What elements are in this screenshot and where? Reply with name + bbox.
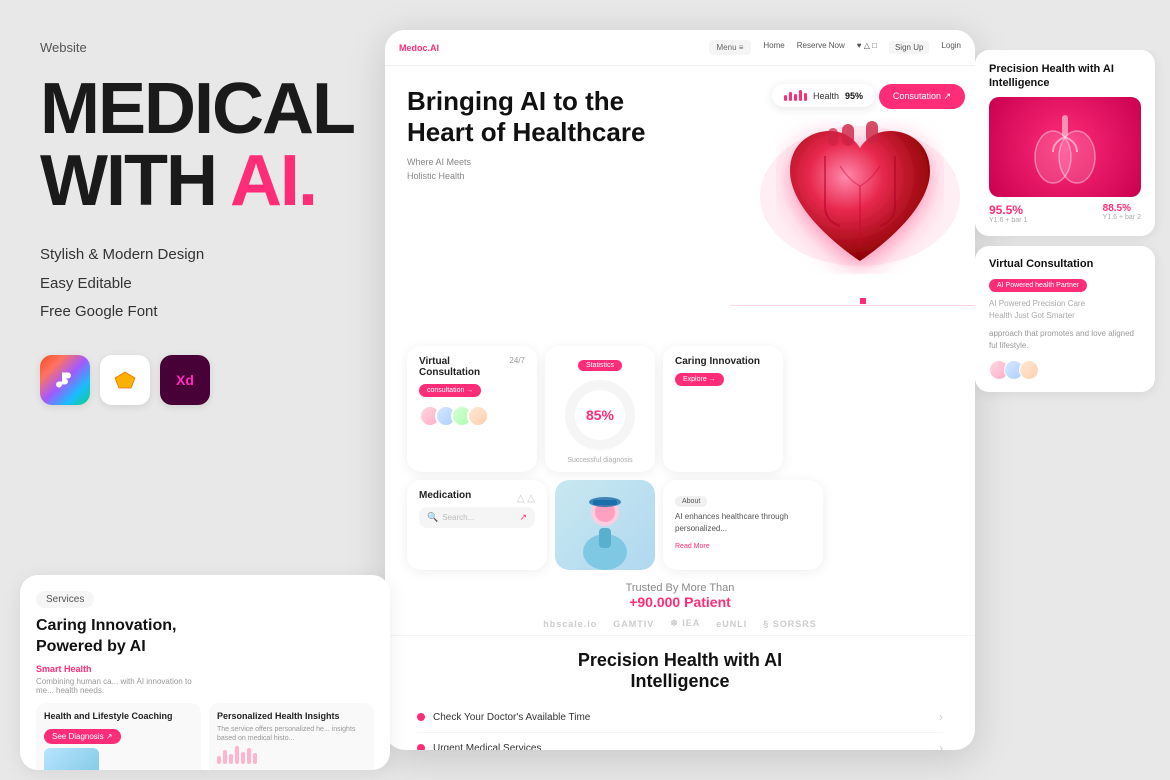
right-avatar-row [989, 360, 1141, 380]
nav-reserve[interactable]: Reserve Now [797, 41, 845, 54]
health-coaching-title: Health and Lifestyle Coaching [44, 711, 193, 721]
vc-title: Virtual Consultation [419, 356, 509, 378]
arrow-icon-1: › [939, 710, 943, 724]
trusted-section: Trusted By More Than +90.000 Patient hbs… [385, 570, 975, 635]
ai-badge: About [675, 496, 707, 507]
bottom-left-card: Services Caring Innovation,Powered by AI… [20, 575, 390, 770]
brand-logo-3: ❄ IEA [670, 618, 700, 629]
cards-row-1: Virtual Consultation 24/7 consultation →… [385, 346, 975, 472]
mini-chart [217, 744, 366, 764]
tools-row: Xd [40, 355, 350, 405]
stat-label-2: Y1.6 + bar 2 [1103, 214, 1141, 221]
inn-explore-btn[interactable]: Explore → [675, 373, 724, 386]
right-vc-desc1: AI Powered Precision Care Health Just Go… [989, 298, 1141, 322]
browser-nav: Medoc.AI Menu ≡ Home Reserve Now ♥ △ □ S… [385, 30, 975, 66]
hero-title: Bringing AI to the Heart of Healthcare [407, 86, 727, 148]
nav-menu-btn[interactable]: Menu ≡ [709, 40, 752, 55]
brand-logo-4: eUNLI [716, 619, 747, 629]
trusted-number: +90.000 Patient [407, 594, 953, 610]
right-ai-pill: AI Powered health Partner [989, 279, 1087, 292]
precision-title: Precision Health with AI Intelligence [407, 650, 953, 692]
med-title: Medication [419, 490, 471, 501]
arrow-icon-2: › [939, 741, 943, 750]
feature-item-3: Free Google Font [40, 298, 350, 327]
services-badge: Services [36, 591, 94, 608]
cards-row-2: Medication △ △ 🔍 Search... ↗ [385, 480, 975, 570]
stat-val-1: 95.5% [989, 203, 1027, 217]
precision-items: Check Your Doctor's Available Time › Urg… [407, 702, 953, 750]
features-list: Stylish & Modern Design Easy Editable Fr… [40, 241, 350, 327]
precision-item-1: Check Your Doctor's Available Time › [417, 702, 943, 733]
ai-read-more[interactable]: Read More [675, 543, 710, 550]
caring-innovation-card: Caring Innovation Explore → [663, 346, 783, 472]
donut-chart: 85% [560, 375, 640, 455]
title-with: WITH [40, 145, 216, 217]
health-img [44, 748, 99, 770]
svg-text:85%: 85% [586, 407, 615, 423]
personalized-title: Personalized Health Insights [217, 711, 366, 721]
sketch-icon[interactable] [100, 355, 150, 405]
nav-login[interactable]: Login [941, 41, 961, 54]
search-bar[interactable]: 🔍 Search... ↗ [419, 507, 535, 528]
nav-home[interactable]: Home [763, 41, 784, 54]
statistics-card: Statistics 85% Successful diagnosis [545, 346, 655, 472]
right-avatar-3 [1019, 360, 1039, 380]
stat-row: 95.5% Y1.6 + bar 1 88.5% Y1.6 + bar 2 [989, 203, 1141, 224]
see-diagnosis-btn[interactable]: See Diagnosis ↗ [44, 729, 121, 744]
bottom-card-desc: Combining human ca... with AI innovation… [36, 677, 205, 695]
vc-badge: 24/7 [509, 356, 525, 365]
bottom-cards-inner-row: Health and Lifestyle Coaching See Diagno… [36, 703, 374, 770]
ai-desc: AI enhances healthcare through personali… [675, 511, 811, 535]
nav-signup[interactable]: Sign Up [889, 41, 929, 54]
right-vc-desc2: approach that promotes and love aligned … [989, 328, 1141, 352]
avatars [419, 405, 525, 427]
personalized-desc: The service offers personalized he... in… [217, 725, 366, 745]
trusted-title: Trusted By More Than [407, 582, 953, 594]
right-vc-card: Virtual Consultation AI Powered health P… [975, 246, 1155, 392]
website-label: Website [40, 40, 350, 55]
precision-section: Precision Health with AI Intelligence Ch… [385, 635, 975, 750]
figma-icon[interactable] [40, 355, 90, 405]
bottom-card-title: Caring Innovation,Powered by AI [36, 616, 374, 658]
brand-logo-5: § SORSRS [763, 619, 817, 629]
stat-label: Successful diagnosis [555, 457, 645, 464]
inn-title: Caring Innovation [675, 356, 771, 367]
right-precision-card: Precision Health with AI Intelligence 95… [975, 50, 1155, 236]
personalized-health-card: Personalized Health Insights The service… [209, 703, 374, 770]
nav-links: Home Reserve Now ♥ △ □ Sign Up Login [763, 41, 961, 54]
nav-icons: ♥ △ □ [857, 41, 877, 54]
avatar-4 [467, 405, 489, 427]
ai-info-card: About AI enhances healthcare through per… [663, 480, 823, 570]
feature-item-2: Easy Editable [40, 270, 350, 299]
right-precision-title: Precision Health with AI Intelligence [989, 62, 1141, 91]
brand-logo-2: GAMTIV [613, 619, 654, 629]
medication-card: Medication △ △ 🔍 Search... ↗ [407, 480, 547, 570]
main-browser: Medoc.AI Menu ≡ Home Reserve Now ♥ △ □ S… [385, 30, 975, 750]
lung-image [989, 97, 1141, 197]
heart-area [735, 76, 975, 356]
right-vc-title: Virtual Consultation [989, 258, 1141, 270]
stat-val-2: 88.5% [1103, 203, 1141, 214]
doctor-image-card [555, 480, 655, 570]
brand-logo-1: hbscale.io [543, 619, 597, 629]
brand-name: Medoc.AI [399, 43, 439, 53]
consult-btn-small[interactable]: consultation → [419, 384, 481, 397]
title-medical: MEDICAL [40, 73, 350, 145]
brand-logos-row: hbscale.io GAMTIV ❄ IEA eUNLI § SORSRS [407, 618, 953, 629]
precision-item-2: Urgent Medical Services › [417, 733, 943, 750]
bottom-smart-health: Smart Health [36, 664, 374, 674]
stat-label-1: Y1.6 + bar 1 [989, 217, 1027, 224]
right-panel: Precision Health with AI Intelligence 95… [975, 50, 1170, 730]
health-coaching-card: Health and Lifestyle Coaching See Diagno… [36, 703, 201, 770]
xd-icon[interactable]: Xd [160, 355, 210, 405]
feature-item-1: Stylish & Modern Design [40, 241, 350, 270]
stats-badge: Statistics [578, 360, 622, 371]
search-placeholder: Search... [442, 513, 474, 522]
title-ai: AI. [230, 145, 316, 217]
virtual-consultation-card: Virtual Consultation 24/7 consultation → [407, 346, 537, 472]
hero-section: Bringing AI to the Heart of Healthcare W… [385, 66, 975, 336]
